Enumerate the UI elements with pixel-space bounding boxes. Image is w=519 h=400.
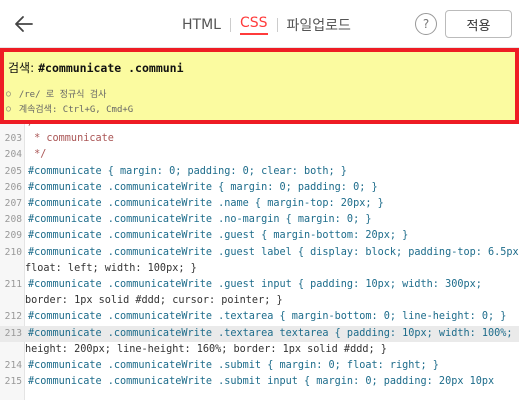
line-number: 204 (4, 149, 22, 161)
search-panel: 검색: ○ /re/ 로 정규식 검사 ○ 계속검색: Ctrl+G, Cmd+… (0, 48, 519, 124)
code-line[interactable]: 212 #communicate .communicateWrite .texta… (0, 309, 519, 325)
code-text: #communicate .communicateWrite .no-margi… (28, 214, 372, 226)
search-input[interactable] (38, 60, 459, 75)
code-text: #communicate .communicateWrite .submit i… (28, 376, 495, 388)
tab-file-upload[interactable]: 파일업로드 (287, 15, 351, 35)
code-line[interactable]: 206 #communicate .communicateWrite { marg… (0, 180, 519, 196)
line-number: 206 (4, 181, 22, 193)
code-text: #communicate .communicateWrite .guest la… (28, 246, 519, 258)
code-line[interactable]: 208 #communicate .communicateWrite .no-ma… (0, 212, 519, 228)
code-text: #communicate .communicateWrite .name { m… (28, 198, 384, 210)
line-number: 213 (4, 327, 22, 339)
bullet-icon: ○ (6, 89, 11, 98)
code-text: #communicate .communicateWrite .textarea… (28, 327, 513, 339)
search-row: 검색: (8, 59, 459, 76)
line-number (0, 293, 25, 309)
tab-html[interactable]: HTML (182, 17, 221, 33)
css-code-editor[interactable]: /*203 * communicate204 */205#communicate… (0, 124, 519, 400)
code-text: #communicate .communicateWrite { margin:… (28, 181, 378, 193)
tab-divider (229, 18, 231, 32)
code-text: #communicate .communicateWrite .submit {… (28, 360, 439, 372)
tab-css[interactable]: CSS (239, 15, 268, 35)
code-text: border: 1px solid #ddd; cursor: pointer;… (25, 295, 283, 307)
tab-divider (276, 18, 278, 32)
line-number: 208 (4, 214, 22, 226)
hint-text: /re/ 로 정규식 검사 (18, 90, 107, 100)
line-number: 207 (4, 198, 22, 210)
search-hint-regex: ○ /re/ 로 정규식 검사 (6, 87, 106, 100)
line-number (0, 261, 25, 277)
code-text: height: 200px; line-height: 160%; border… (25, 343, 387, 355)
line-number: 210 (4, 246, 22, 258)
line-number: 214 (4, 360, 22, 372)
code-line[interactable]: /* (0, 124, 519, 131)
back-arrow-icon[interactable] (10, 10, 38, 38)
code-line[interactable]: 209 #communicate .communicateWrite .guest… (0, 228, 519, 244)
code-line[interactable]: 211 #communicate .communicateWrite .guest… (0, 277, 519, 293)
search-hint-next: ○ 계속검색: Ctrl+G, Cmd+G (6, 102, 133, 115)
bullet-icon: ○ (6, 104, 11, 113)
line-number: 205 (4, 165, 22, 177)
code-line[interactable]: 213 #communicate .communicateWrite .texta… (0, 325, 519, 342)
line-number: 215 (4, 376, 22, 388)
line-number: 212 (4, 311, 22, 323)
code-line[interactable]: 203 * communicate (0, 131, 519, 147)
search-label: 검색: (8, 61, 35, 75)
code-text: float: left; width: 100px; } (25, 262, 197, 274)
top-bar: HTML CSS 파일업로드 ? 적용 (0, 0, 519, 48)
code-text: #communicate .communicateWrite .guest { … (28, 230, 409, 242)
code-text: #communicate .communicateWrite .guest in… (28, 279, 482, 291)
editor-tabs: HTML CSS 파일업로드 (182, 15, 351, 35)
code-line[interactable]: 215 #communicate .communicateWrite .submi… (0, 374, 519, 390)
code-text: #communicate { margin: 0; padding: 0; cl… (28, 165, 347, 177)
code-line[interactable]: height: 200px; line-height: 160%; border… (0, 342, 519, 358)
code-line[interactable]: 210 #communicate .communicateWrite .guest… (0, 245, 519, 261)
code-line[interactable]: 204 */ (0, 147, 519, 163)
code-line[interactable]: 205 #communicate { margin: 0; padding: 0;… (0, 164, 519, 180)
code-line[interactable]: border: 1px solid #ddd; cursor: pointer;… (0, 293, 519, 309)
code-text: /* (25, 124, 40, 131)
help-button[interactable]: ? (415, 13, 437, 35)
hint-text: 계속검색: Ctrl+G, Cmd+G (18, 105, 134, 115)
code-line[interactable]: 214 #communicate .communicateWrite .submi… (0, 358, 519, 374)
line-number: 209 (4, 230, 22, 242)
line-number: 211 (4, 279, 22, 291)
line-number (0, 124, 25, 131)
code-text: * communicate (28, 133, 114, 145)
code-text: */ (28, 149, 47, 161)
code-line[interactable]: float: left; width: 100px; } (0, 261, 519, 277)
code-text: #communicate .communicateWrite .textarea… (28, 311, 507, 323)
apply-button[interactable]: 적용 (445, 10, 512, 38)
code-line[interactable]: 207 #communicate .communicateWrite .name … (0, 196, 519, 212)
line-number (0, 342, 25, 358)
line-number: 203 (4, 133, 22, 145)
